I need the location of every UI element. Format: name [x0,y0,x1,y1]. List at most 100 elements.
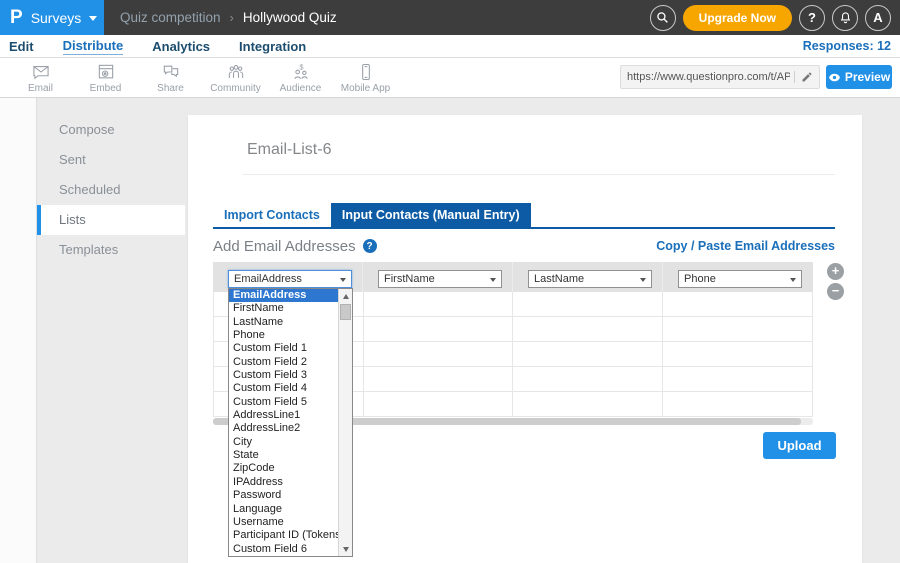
dropdown-option[interactable]: Custom Field 6 [229,543,338,556]
dropdown-option[interactable]: Custom Field 3 [229,369,338,382]
embed-icon [96,62,116,82]
channel-mobile-app[interactable]: Mobile App [333,58,398,94]
community-icon [226,62,246,82]
dropdown-option[interactable]: AddressLine1 [229,409,338,422]
table-cell[interactable] [513,392,663,416]
table-cell[interactable] [364,292,514,316]
questionpro-logo-icon: P [10,7,23,29]
nav-item-edit[interactable]: Edit [9,39,34,54]
remove-row-button[interactable]: − [827,283,844,300]
upload-button[interactable]: Upload [763,432,836,459]
field-select-firstname[interactable]: FirstName [378,270,502,288]
table-cell[interactable] [663,292,813,316]
dropdown-option[interactable]: FirstName [229,302,338,315]
mobile-app-icon [356,62,376,82]
table-cell[interactable] [663,392,813,416]
breadcrumb-parent[interactable]: Quiz competition [120,10,221,25]
sidebar-item-compose[interactable]: Compose [37,115,185,145]
edit-url-button[interactable] [794,71,813,83]
search-icon [656,11,669,24]
scroll-down-icon[interactable] [339,543,352,555]
dropdown-option[interactable]: EmailAddress [229,289,338,302]
field-dropdown-menu: EmailAddressFirstNameLastNamePhoneCustom… [228,288,353,557]
product-label: Surveys [31,10,82,26]
question-mark-icon: ? [808,10,816,25]
channel-share[interactable]: Share [138,58,203,94]
channel-audience[interactable]: $ Audience [268,58,333,94]
responses-count[interactable]: Responses: 12 [803,39,891,53]
column-header-2: FirstName [363,262,513,292]
table-cell[interactable] [364,367,514,391]
chevron-down-icon [640,278,646,282]
copy-paste-link[interactable]: Copy / Paste Email Addresses [656,239,835,253]
sidebar-item-sent[interactable]: Sent [37,145,185,175]
dropdown-option[interactable]: Custom Field 1 [229,342,338,355]
breadcrumb-separator-icon: › [230,10,234,25]
sidebar-item-scheduled[interactable]: Scheduled [37,175,185,205]
dropdown-option[interactable]: Custom Field 4 [229,382,338,395]
dropdown-option[interactable]: Username [229,516,338,529]
table-cell[interactable] [663,342,813,366]
dropdown-scrollbar-thumb[interactable] [340,304,351,320]
sidebar-item-lists[interactable]: Lists [37,205,185,235]
chevron-down-icon [340,278,346,282]
dropdown-option[interactable]: IPAddress [229,476,338,489]
table-cell[interactable] [364,392,514,416]
nav-item-integration[interactable]: Integration [239,39,306,54]
bell-icon [839,11,852,24]
svg-text:$: $ [299,63,304,72]
help-icon[interactable]: ? [363,239,377,253]
survey-url-value: https://www.questionpro.com/t/APNrFZ [627,71,790,83]
table-cell[interactable] [513,292,663,316]
distribute-toolbar: Email Embed Share Community [0,58,900,98]
section-title: Add Email Addresses [213,238,356,255]
table-cell[interactable] [513,367,663,391]
table-cell[interactable] [663,367,813,391]
dropdown-option[interactable]: Custom Field 5 [229,396,338,409]
table-cell[interactable] [513,342,663,366]
upgrade-now-button[interactable]: Upgrade Now [683,5,792,31]
survey-url-field[interactable]: https://www.questionpro.com/t/APNrFZ [620,65,820,89]
avatar[interactable]: A [865,5,891,31]
tab-underline [213,227,835,229]
dropdown-option[interactable]: Password [229,489,338,502]
table-cell[interactable] [364,317,514,341]
dropdown-option[interactable]: Phone [229,329,338,342]
field-select-phone[interactable]: Phone [678,270,802,288]
dropdown-options-list: EmailAddressFirstNameLastNamePhoneCustom… [229,289,338,556]
dropdown-option[interactable]: AddressLine2 [229,422,338,435]
tab-input-contacts-manual[interactable]: Input Contacts (Manual Entry) [331,203,531,227]
scroll-up-icon[interactable] [339,290,352,302]
dropdown-option[interactable]: City [229,436,338,449]
dropdown-option[interactable]: Participant ID (Tokens) [229,529,338,542]
search-button[interactable] [650,5,676,31]
table-cell[interactable] [663,317,813,341]
table-cell[interactable] [364,342,514,366]
tab-import-contacts[interactable]: Import Contacts [213,203,331,227]
lists-panel: Email-List-6 Import Contacts Input Conta… [188,115,862,563]
help-button[interactable]: ? [799,5,825,31]
contact-tabs: Import Contacts Input Contacts (Manual E… [213,203,531,227]
sidebar-item-templates[interactable]: Templates [37,235,185,265]
add-row-button[interactable]: + [827,263,844,280]
table-cell[interactable] [513,317,663,341]
channel-community[interactable]: Community [203,58,268,94]
notifications-button[interactable] [832,5,858,31]
nav-item-distribute[interactable]: Distribute [63,38,124,55]
dropdown-option[interactable]: State [229,449,338,462]
channel-email[interactable]: Email [8,58,73,94]
field-select-lastname[interactable]: LastName [528,270,652,288]
preview-button[interactable]: Preview [826,65,892,89]
product-switcher[interactable]: P Surveys [0,0,104,35]
chevron-down-icon [89,16,97,21]
dropdown-option[interactable]: Language [229,503,338,516]
dropdown-option[interactable]: LastName [229,316,338,329]
column-header-4: Phone [663,262,813,292]
field-select-email[interactable]: EmailAddress [228,270,352,288]
dropdown-option[interactable]: Custom Field 2 [229,356,338,369]
dropdown-scrollbar[interactable] [338,289,352,556]
channel-embed[interactable]: Embed [73,58,138,94]
nav-item-analytics[interactable]: Analytics [152,39,210,54]
chevron-down-icon [790,278,796,282]
dropdown-option[interactable]: ZipCode [229,462,338,475]
